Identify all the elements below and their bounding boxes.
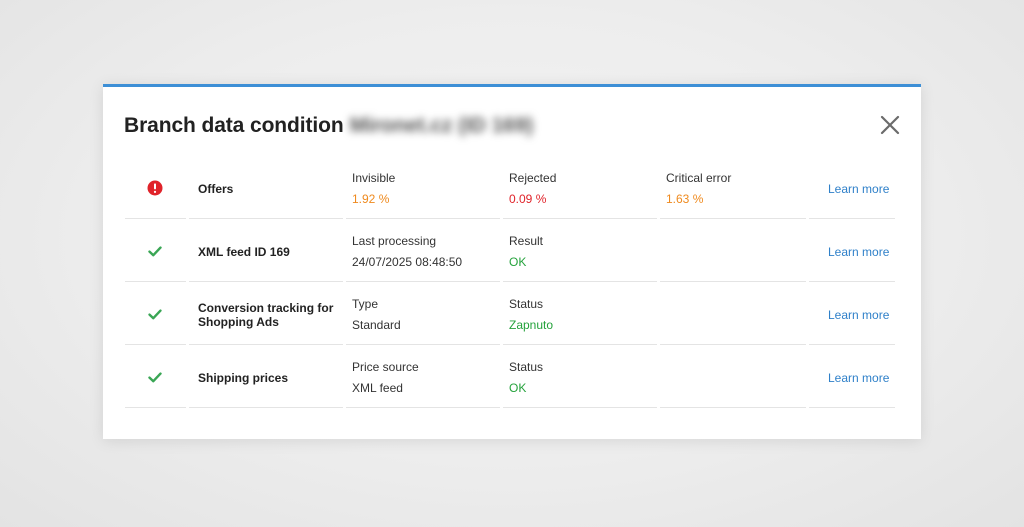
checkmark-icon xyxy=(148,246,162,257)
price-source-cell: Price source XML feed xyxy=(346,348,500,408)
rejected-value: 0.09 % xyxy=(509,192,547,206)
last-processing-label: Last processing xyxy=(352,234,437,248)
status-cell xyxy=(125,159,186,219)
row-name: Conversion tracking for Shopping Ads xyxy=(198,300,334,329)
table-row-offers: Offers Invisible 1.92 % Rejected 0.09 % … xyxy=(125,159,900,219)
type-value: Standard xyxy=(352,318,401,332)
empty-cell xyxy=(660,348,806,408)
close-icon xyxy=(880,115,900,135)
invisible-value: 1.92 % xyxy=(352,192,390,206)
name-cell: Conversion tracking for Shopping Ads xyxy=(189,285,343,345)
row-name: Offers xyxy=(198,181,234,196)
critical-error-cell: Critical error 1.63 % xyxy=(660,159,806,219)
checkmark-icon xyxy=(148,372,162,383)
modal-title-text: Branch data condition xyxy=(124,114,344,137)
table-row-conversion-tracking: Conversion tracking for Shopping Ads Typ… xyxy=(125,285,900,345)
type-cell: Type Standard xyxy=(346,285,500,345)
status-label: Status xyxy=(509,360,544,374)
status-cell xyxy=(125,222,186,282)
table-row-xml-feed: XML feed ID 169 Last processing 24/07/20… xyxy=(125,222,900,282)
price-source-value: XML feed xyxy=(352,381,403,395)
learn-more-link[interactable]: Learn more xyxy=(828,182,889,196)
result-label: Result xyxy=(509,234,544,248)
status-label: Status xyxy=(509,297,544,311)
status-value: Zapnuto xyxy=(509,318,554,332)
result-value: OK xyxy=(509,255,527,269)
learn-more-link[interactable]: Learn more xyxy=(828,371,889,385)
result-cell: Result OK xyxy=(503,222,657,282)
status-value-cell: Status Zapnuto xyxy=(503,285,657,345)
critical-error-label: Critical error xyxy=(666,171,732,185)
status-value-cell: Status OK xyxy=(503,348,657,408)
rejected-label: Rejected xyxy=(509,171,557,185)
row-name: XML feed ID 169 xyxy=(198,244,290,259)
name-cell: Shipping prices xyxy=(189,348,343,408)
table-row-shipping-prices: Shipping prices Price source XML feed St… xyxy=(125,348,900,408)
status-value: OK xyxy=(509,381,527,395)
link-cell: Learn more xyxy=(809,285,895,345)
rejected-cell: Rejected 0.09 % xyxy=(503,159,657,219)
invisible-label: Invisible xyxy=(352,171,396,185)
price-source-label: Price source xyxy=(352,360,419,374)
close-button[interactable] xyxy=(877,112,903,138)
name-cell: Offers xyxy=(189,159,343,219)
condition-table: Offers Invisible 1.92 % Rejected 0.09 % … xyxy=(125,159,900,411)
branch-data-condition-modal: Branch data condition Mironet.cz (ID 169)… xyxy=(103,84,921,439)
link-cell: Learn more xyxy=(809,222,895,282)
critical-error-value: 1.63 % xyxy=(666,192,704,206)
empty-cell xyxy=(660,222,806,282)
status-cell xyxy=(125,348,186,408)
invisible-cell: Invisible 1.92 % xyxy=(346,159,500,219)
last-processing-value: 24/07/2025 08:48:50 xyxy=(352,255,463,269)
link-cell: Learn more xyxy=(809,348,895,408)
link-cell: Learn more xyxy=(809,159,895,219)
exclamation-circle-icon xyxy=(147,180,163,196)
status-cell xyxy=(125,285,186,345)
modal-header: Branch data condition Mironet.cz (ID 169) xyxy=(124,112,903,146)
type-label: Type xyxy=(352,297,379,311)
last-processing-cell: Last processing 24/07/2025 08:48:50 xyxy=(346,222,500,282)
empty-cell xyxy=(660,285,806,345)
modal-title: Branch data condition Mironet.cz (ID 169) xyxy=(124,114,533,138)
learn-more-link[interactable]: Learn more xyxy=(828,245,889,259)
checkmark-icon xyxy=(148,309,162,320)
row-name: Shipping prices xyxy=(198,370,289,385)
learn-more-link[interactable]: Learn more xyxy=(828,308,889,322)
name-cell: XML feed ID 169 xyxy=(189,222,343,282)
modal-title-blurred-shop-name: Mironet.cz (ID 169) xyxy=(349,114,534,137)
